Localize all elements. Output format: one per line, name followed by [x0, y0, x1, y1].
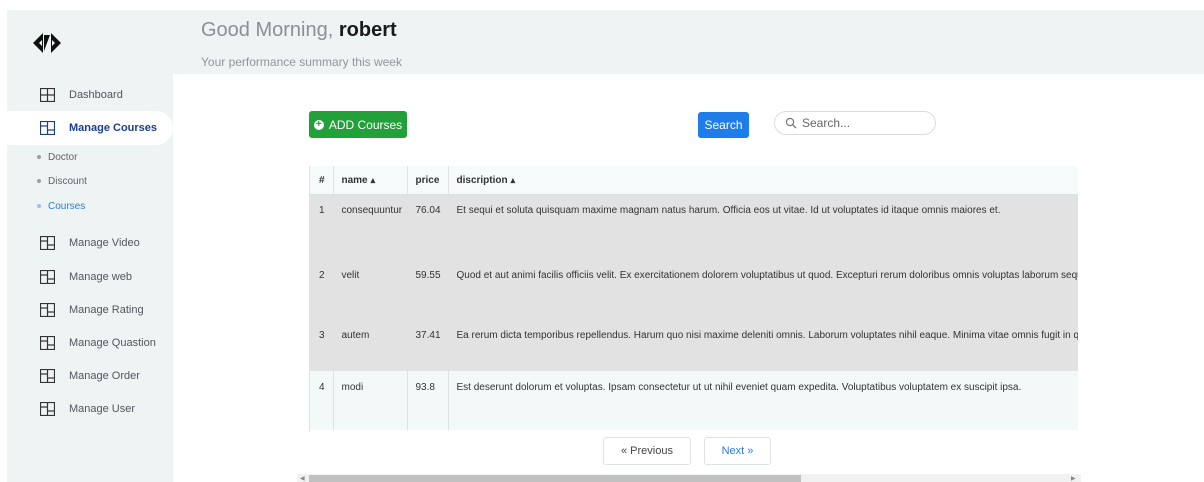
cell-index: 3 — [310, 312, 334, 371]
logo-icon[interactable] — [31, 31, 63, 55]
cell-description: Est deserunt dolorum et voluptas. Ipsam … — [448, 371, 1078, 430]
cell-price: 37.41 — [407, 312, 449, 371]
sidebar-item-label: Dashboard — [69, 89, 123, 101]
sidebar-subitem-doctor[interactable]: Doctor — [37, 148, 77, 166]
manage-icon — [40, 402, 55, 416]
sidebar-item-label: Manage User — [69, 403, 136, 415]
horizontal-scrollbar[interactable]: ◀ ▶ — [297, 474, 1081, 482]
top-header: Good Morning, robert Your performance su… — [7, 10, 1204, 74]
sidebar-item-manage-courses[interactable]: Manage Courses — [7, 111, 173, 145]
cell-price: 93.8 — [407, 371, 449, 430]
sidebar-item-manage-order[interactable]: Manage Order — [7, 359, 173, 393]
sidebar-item-label: Manage Courses — [69, 122, 158, 134]
manage-icon — [40, 121, 55, 135]
cell-index: 1 — [310, 194, 334, 253]
add-courses-button[interactable]: + ADD Courses — [309, 111, 407, 138]
column-header-label: discription — [456, 175, 508, 186]
subitem-label: Doctor — [48, 151, 78, 163]
next-page-button[interactable]: Next » — [704, 437, 771, 465]
courses-table-container[interactable]: # name ▴︎ price discription ▴︎ 1 consequun… — [309, 166, 1078, 432]
plus-circle-icon: + — [313, 119, 324, 130]
sidebar-subitem-courses[interactable]: Courses — [37, 197, 85, 215]
cell-name: velit — [333, 253, 408, 312]
column-header-name[interactable]: name ▴︎ — [333, 166, 408, 195]
column-header-label: name — [341, 175, 368, 186]
manage-icon — [40, 369, 55, 383]
sort-icon[interactable]: ▴︎ — [511, 175, 516, 185]
cell-name: consequuntur — [333, 194, 408, 253]
courses-table: # name ▴︎ price discription ▴︎ 1 consequun… — [310, 166, 1078, 430]
sidebar-item-label: Manage Quastion — [69, 337, 156, 349]
cell-price: 76.04 — [407, 194, 449, 253]
sidebar-item-manage-user[interactable]: Manage User — [7, 392, 173, 426]
bullet-icon — [37, 155, 41, 159]
sidebar-item-manage-rating[interactable]: Manage Rating — [7, 293, 173, 327]
bullet-icon — [37, 179, 41, 183]
cell-index: 4 — [310, 371, 334, 430]
column-header-index: # — [310, 166, 334, 195]
sidebar-item-label: Manage web — [69, 271, 132, 283]
subitem-label: Discount — [48, 175, 87, 187]
manage-icon — [40, 270, 55, 284]
bullet-icon — [37, 204, 41, 208]
user-name: robert — [338, 19, 397, 41]
page-subtitle: Your performance summary this week — [201, 55, 402, 69]
dashboard-grid-icon — [40, 88, 55, 102]
sidebar: Dashboard Manage Courses Doctor Discount… — [7, 74, 173, 482]
search-icon — [785, 117, 797, 129]
sidebar-subitem-discount[interactable]: Discount — [37, 172, 87, 190]
search-input[interactable] — [802, 115, 927, 131]
previous-page-button[interactable]: « Previous — [603, 437, 691, 465]
cell-index: 2 — [310, 253, 334, 312]
manage-icon — [40, 236, 55, 250]
column-header-price: price — [407, 166, 449, 195]
sidebar-item-label: Manage Order — [69, 370, 140, 382]
manage-icon — [40, 336, 55, 350]
cell-description: Quod et aut animi facilis officiis velit… — [448, 253, 1078, 312]
table-header-row: # name ▴︎ price discription ▴︎ — [310, 166, 1078, 195]
subitem-label: Courses — [48, 200, 86, 212]
table-row[interactable]: 3 autem 37.41 Ea rerum dicta temporibus … — [310, 312, 1078, 371]
sidebar-item-dashboard[interactable]: Dashboard — [7, 78, 173, 112]
cell-price: 59.55 — [407, 253, 449, 312]
sidebar-item-manage-video[interactable]: Manage Video — [7, 226, 173, 260]
column-header-description[interactable]: discription ▴︎ — [448, 166, 1078, 195]
search-box — [774, 111, 936, 135]
cell-name: autem — [333, 312, 408, 371]
cell-description: Ea rerum dicta temporibus repellendus. H… — [448, 312, 1078, 371]
cell-description: Et sequi et soluta quisquam maxime magna… — [448, 194, 1078, 253]
scroll-left-icon[interactable]: ◀ — [300, 475, 305, 482]
page-title: Good Morning, robert — [201, 19, 397, 42]
table-row[interactable]: 1 consequuntur 76.04 Et sequi et soluta … — [310, 194, 1078, 253]
add-courses-label: ADD Courses — [328, 117, 403, 132]
greeting-prefix: Good Morning, — [201, 19, 339, 41]
search-button[interactable]: Search — [698, 112, 749, 138]
sidebar-item-manage-web[interactable]: Manage web — [7, 260, 173, 294]
cell-name: modi — [333, 371, 408, 430]
table-row[interactable]: 2 velit 59.55 Quod et aut animi facilis … — [310, 253, 1078, 312]
scroll-right-icon[interactable]: ▶ — [1071, 475, 1076, 482]
sidebar-item-label: Manage Video — [69, 237, 140, 249]
sort-icon[interactable]: ▴︎ — [371, 175, 376, 185]
table-row[interactable]: 4 modi 93.8 Est deserunt dolorum et volu… — [310, 371, 1078, 430]
sidebar-item-label: Manage Rating — [69, 304, 144, 316]
manage-icon — [40, 303, 55, 317]
scrollbar-thumb[interactable] — [309, 475, 801, 482]
sidebar-item-manage-question[interactable]: Manage Quastion — [7, 326, 173, 360]
